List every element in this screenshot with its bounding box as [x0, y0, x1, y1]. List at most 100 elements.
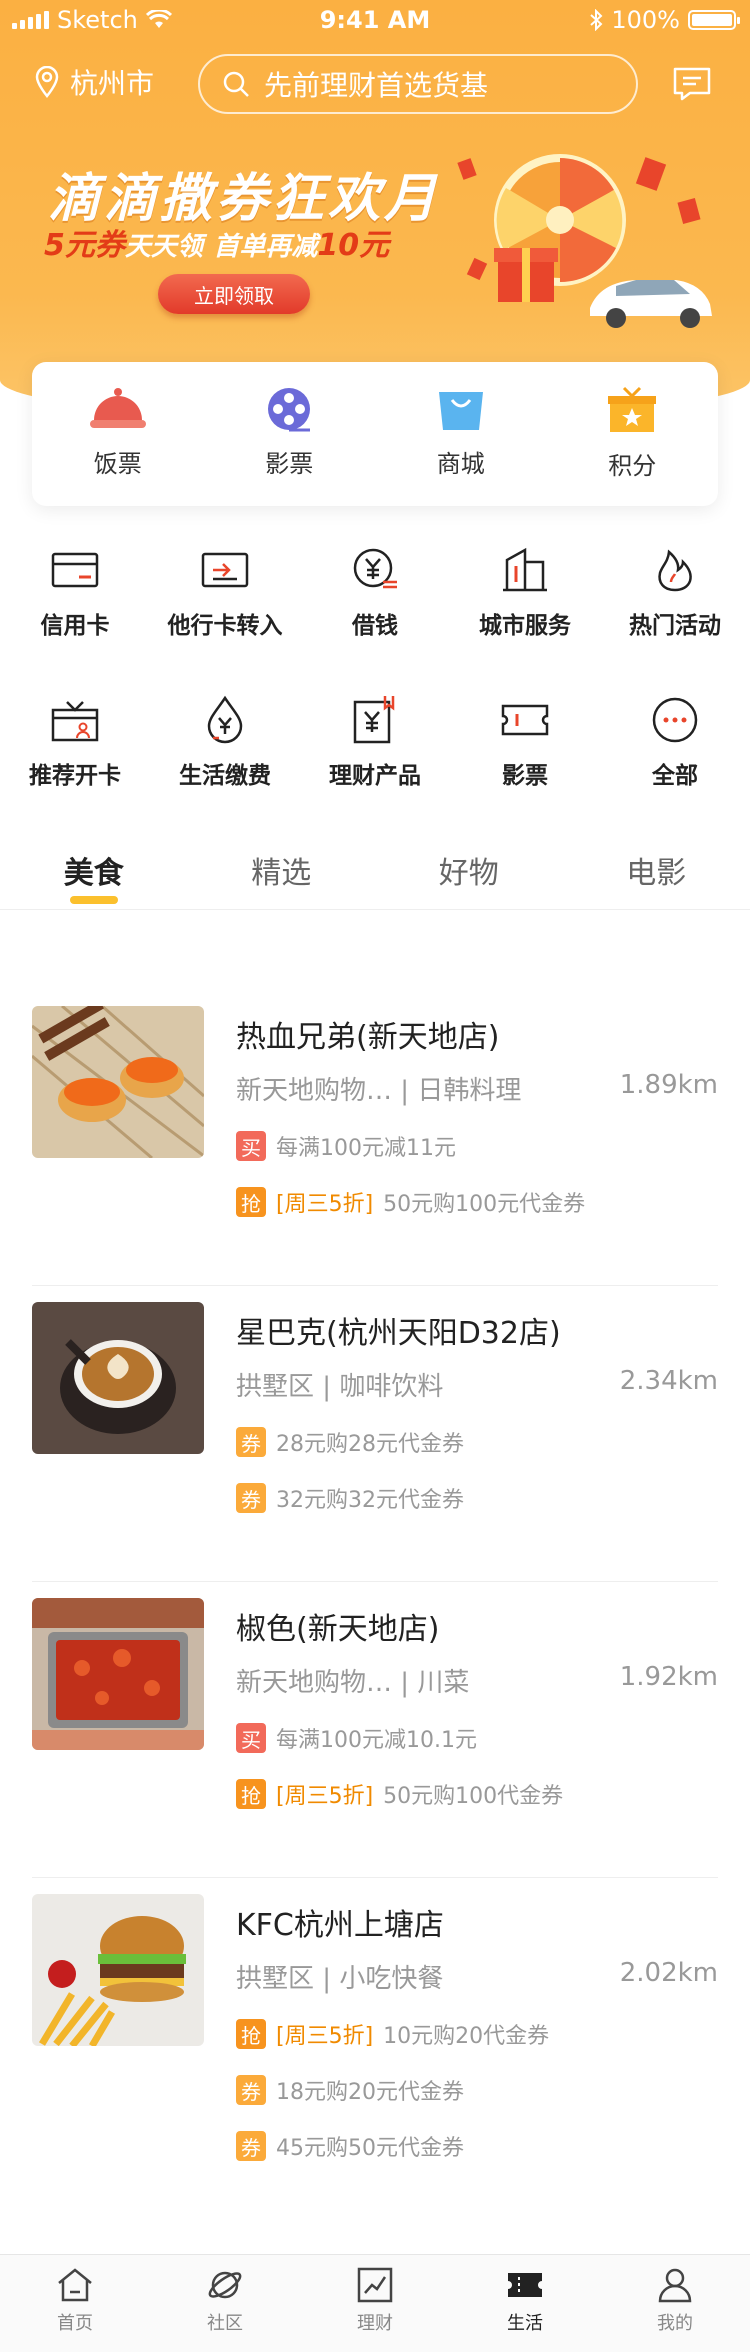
- store-photo-burger: [32, 1894, 204, 2046]
- service-label: 借钱: [352, 613, 398, 639]
- claim-button[interactable]: 立即领取: [158, 274, 310, 314]
- store-photo-coffee: [32, 1302, 204, 1454]
- deal-highlight: [周三5折]: [276, 1784, 374, 1809]
- gift-card-icon: [51, 701, 99, 742]
- deal-text: 28元购28元代金券: [276, 1432, 464, 1457]
- home-icon: [58, 2268, 92, 2302]
- deal-tag: 抢: [236, 1779, 266, 1809]
- ticket-life-icon: [508, 2273, 542, 2297]
- quick-item-label: 积分: [608, 452, 657, 480]
- service-city[interactable]: 城市服务: [450, 540, 600, 690]
- deal-tag: 抢: [236, 1187, 266, 1217]
- deal-tag: 买: [236, 1723, 266, 1753]
- store-meta: 拱墅区 | 咖啡饮料: [236, 1372, 444, 1402]
- service-borrow-money[interactable]: 借钱: [300, 540, 450, 690]
- service-hot-events[interactable]: 热门活动: [600, 540, 750, 690]
- deal-tag: 抢: [236, 2019, 266, 2049]
- nav-label: 首页: [57, 2313, 93, 2334]
- deal-row: 抢 [周三5折] 50元购100元代金券: [236, 1186, 585, 1218]
- store-photo-sushi: [32, 1006, 204, 1158]
- location-pin-icon: [35, 66, 59, 98]
- store-list: 热血兄弟(新天地店) 新天地购物… | 日韩料理 1.89km 买 每满100元…: [0, 990, 750, 2208]
- store-photo-hotpot: [32, 1598, 204, 1750]
- store-card[interactable]: KFC杭州上塘店 拱墅区 | 小吃快餐 2.02km 抢 [周三5折] 10元购2…: [32, 1878, 718, 2208]
- chart-icon: [357, 2267, 393, 2303]
- service-card-transfer[interactable]: 他行卡转入: [150, 540, 300, 690]
- store-card[interactable]: 椒色(新天地店) 新天地购物… | 川菜 1.92km 买 每满100元减10.…: [32, 1582, 718, 1878]
- finance-doc-icon: [353, 696, 395, 744]
- ticket-icon: [501, 704, 549, 736]
- service-finance-products[interactable]: 理财产品: [300, 690, 450, 840]
- bluetooth-icon: [590, 9, 603, 31]
- nav-community[interactable]: 社区: [150, 2255, 300, 2352]
- store-distance: 2.02km: [619, 1958, 718, 1988]
- deal-text: 50元购100代金券: [383, 1784, 564, 1809]
- tab-food[interactable]: 美食: [0, 838, 188, 909]
- service-label: 生活缴费: [179, 763, 271, 789]
- store-card[interactable]: 热血兄弟(新天地店) 新天地购物… | 日韩料理 1.89km 买 每满100元…: [32, 990, 718, 1286]
- nav-life[interactable]: 生活: [450, 2255, 600, 2352]
- store-distance: 1.89km: [619, 1070, 718, 1100]
- deal-row: 抢 [周三5折] 50元购100代金券: [236, 1778, 563, 1810]
- message-icon[interactable]: [672, 66, 712, 102]
- tab-goods[interactable]: 好物: [375, 838, 563, 909]
- deal-tag: 券: [236, 1483, 266, 1513]
- service-label: 信用卡: [40, 613, 110, 639]
- deal-tag: 券: [236, 1427, 266, 1457]
- service-label: 推荐开卡: [29, 763, 121, 789]
- quick-entry-card: 饭票 影票 商城 积分: [32, 362, 718, 506]
- service-utility-bills[interactable]: 生活缴费: [150, 690, 300, 840]
- quick-item-meal-ticket[interactable]: 饭票: [32, 362, 204, 506]
- nav-label: 生活: [507, 2313, 543, 2334]
- service-credit-card[interactable]: 信用卡: [0, 540, 150, 690]
- category-tabs: 美食 精选 好物 电影: [0, 838, 750, 910]
- deal-row: 券 18元购20元代金券: [236, 2074, 464, 2106]
- service-grid: 信用卡 他行卡转入 借钱 城市服务 热门活动 推荐开卡 生活缴费 理财产品 影票…: [0, 540, 750, 840]
- store-distance: 1.92km: [619, 1662, 718, 1692]
- deal-row: 券 45元购50元代金券: [236, 2130, 464, 2162]
- deal-text: 每满100元减11元: [276, 1136, 456, 1161]
- store-meta: 新天地购物… | 日韩料理: [236, 1076, 522, 1106]
- store-meta: 新天地购物… | 川菜: [236, 1668, 470, 1698]
- search-input[interactable]: 先前理财首选货基: [198, 54, 638, 114]
- bottom-nav: 首页 社区 理财 生活 我的: [0, 2254, 750, 2352]
- planet-icon: [208, 2271, 242, 2299]
- yen-coin-icon: [353, 548, 397, 589]
- deal-text: 10元购20代金券: [383, 2024, 550, 2049]
- nav-mine[interactable]: 我的: [600, 2255, 750, 2352]
- deal-highlight: [周三5折]: [276, 1192, 374, 1217]
- nav-finance[interactable]: 理财: [300, 2255, 450, 2352]
- store-name: 椒色(新天地店): [236, 1612, 440, 1647]
- water-drop-yen-icon: [207, 695, 243, 744]
- status-bar: Sketch 9:41 AM 100%: [0, 0, 750, 40]
- quick-item-movie-ticket[interactable]: 影票: [204, 362, 376, 506]
- service-label: 他行卡转入: [167, 613, 283, 639]
- city-selector[interactable]: 杭州市: [34, 62, 154, 102]
- store-card[interactable]: 星巴克(杭州天阳D32店) 拱墅区 | 咖啡饮料 2.34km 券 28元购28…: [32, 1286, 718, 1582]
- deal-tag: 券: [236, 2075, 266, 2105]
- gift-box-icon: [608, 386, 657, 432]
- nav-label: 社区: [207, 2313, 243, 2334]
- quick-item-label: 饭票: [93, 450, 142, 478]
- battery-percent: 100%: [611, 6, 680, 34]
- service-label: 城市服务: [479, 613, 571, 639]
- more-dots-icon: [652, 697, 698, 743]
- tab-featured[interactable]: 精选: [188, 838, 376, 909]
- quick-item-mall[interactable]: 商城: [375, 362, 547, 506]
- tab-movies[interactable]: 电影: [563, 838, 750, 909]
- service-label: 理财产品: [329, 763, 421, 789]
- store-meta: 拱墅区 | 小吃快餐: [236, 1964, 444, 1994]
- card-transfer-icon: [201, 552, 249, 588]
- nav-label: 我的: [657, 2313, 693, 2334]
- service-movie-ticket[interactable]: 影票: [450, 690, 600, 840]
- quick-item-points[interactable]: 积分: [547, 362, 719, 506]
- banner-illustration: [457, 154, 712, 328]
- deal-tag: 券: [236, 2131, 266, 2161]
- tab-indicator: [69, 896, 118, 904]
- service-recommend-card[interactable]: 推荐开卡: [0, 690, 150, 840]
- deal-row: 买 每满100元减11元: [236, 1130, 456, 1162]
- city-name: 杭州市: [70, 67, 155, 100]
- service-all[interactable]: 全部: [600, 690, 750, 840]
- deal-highlight: [周三5折]: [276, 2024, 374, 2049]
- nav-home[interactable]: 首页: [0, 2255, 150, 2352]
